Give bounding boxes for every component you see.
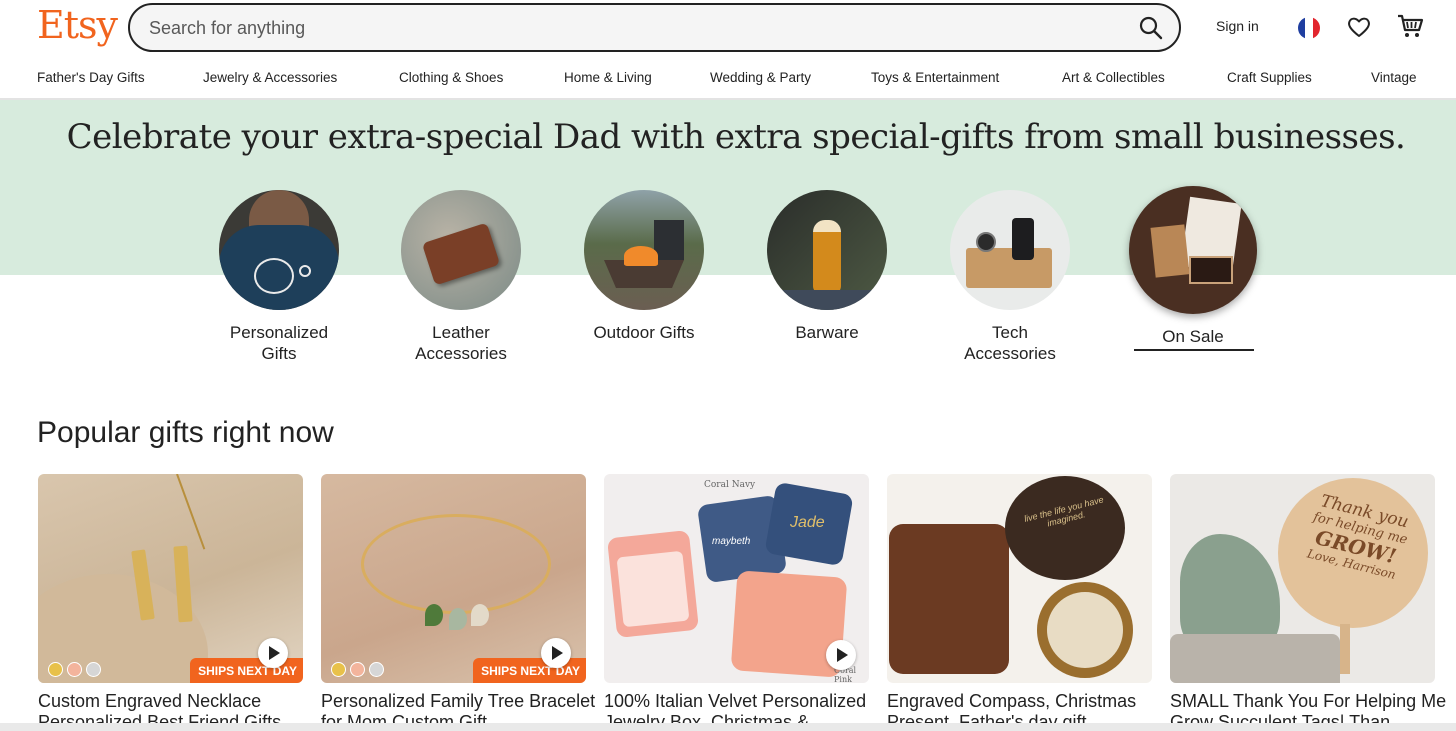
nav-item-art[interactable]: Art & Collectibles — [1062, 70, 1165, 85]
selected-category-underline — [1134, 349, 1254, 351]
image-caption: maybeth — [712, 536, 751, 547]
product-image: SHIPS NEXT DAY — [38, 474, 303, 683]
nav-item-wedding[interactable]: Wedding & Party — [710, 70, 811, 85]
category-nav: Father's Day Gifts Jewelry & Accessories… — [0, 66, 1456, 96]
search-bar — [128, 3, 1181, 52]
hero-title: Celebrate your extra-special Dad with ex… — [66, 117, 1406, 157]
nav-item-vintage[interactable]: Vintage — [1371, 70, 1417, 85]
product-card[interactable]: SHIPS NEXT DAY Personalized Family Tree … — [321, 474, 595, 731]
heart-icon[interactable] — [1346, 14, 1372, 40]
sign-in-link[interactable]: Sign in — [1216, 18, 1259, 34]
search-button[interactable] — [1137, 14, 1165, 42]
product-image: live the life you have imagined. — [887, 474, 1152, 683]
category-personalized-gifts[interactable]: Personalized Gifts — [194, 190, 364, 364]
product-image: Thank you for helping me GROW! Love, Har… — [1170, 474, 1435, 683]
color-swatches — [331, 662, 384, 677]
category-label: Accessories — [415, 344, 507, 363]
nav-item-home-living[interactable]: Home & Living — [564, 70, 652, 85]
product-card[interactable]: SHIPS NEXT DAY Custom Engraved Necklace … — [38, 474, 303, 731]
nav-item-craft[interactable]: Craft Supplies — [1227, 70, 1312, 85]
category-image — [219, 190, 339, 310]
category-tech-accessories[interactable]: Tech Accessories — [925, 190, 1095, 364]
ships-next-day-badge: SHIPS NEXT DAY — [473, 658, 586, 683]
category-leather-accessories[interactable]: Leather Accessories — [376, 190, 546, 364]
image-caption: Coral Navy — [704, 480, 756, 490]
nav-item-jewelry[interactable]: Jewelry & Accessories — [203, 70, 337, 85]
category-label: Outdoor Gifts — [593, 323, 695, 342]
category-outdoor-gifts[interactable]: Outdoor Gifts — [559, 190, 729, 343]
category-label: Barware — [795, 323, 859, 342]
section-title: Popular gifts right now — [37, 416, 334, 449]
cart-icon[interactable] — [1396, 12, 1424, 40]
category-image — [401, 190, 521, 310]
category-barware[interactable]: Barware — [742, 190, 912, 343]
play-video-icon[interactable] — [541, 638, 571, 668]
nav-item-clothing[interactable]: Clothing & Shoes — [399, 70, 503, 85]
category-label: Leather — [432, 323, 490, 342]
etsy-logo[interactable]: Etsy — [37, 3, 118, 47]
search-input[interactable] — [149, 15, 1099, 41]
category-image — [584, 190, 704, 310]
category-label: Tech — [992, 323, 1028, 342]
horizontal-scrollbar[interactable] — [0, 723, 1456, 731]
product-card[interactable]: Coral Navy maybeth Jade Coral Pink 100% … — [604, 474, 869, 731]
category-label: On Sale — [1162, 327, 1224, 346]
play-video-icon[interactable] — [258, 638, 288, 668]
ships-next-day-badge: SHIPS NEXT DAY — [190, 658, 303, 683]
nav-item-fathers-day[interactable]: Father's Day Gifts — [37, 70, 145, 85]
play-video-icon[interactable] — [826, 640, 856, 670]
category-image — [950, 190, 1070, 310]
product-image: Coral Navy maybeth Jade Coral Pink — [604, 474, 869, 683]
category-label: Personalized — [229, 323, 329, 342]
search-icon — [1139, 16, 1163, 40]
category-label: Accessories — [964, 344, 1056, 363]
color-swatches — [48, 662, 101, 677]
flag-france-icon[interactable] — [1298, 17, 1320, 39]
category-image — [1129, 186, 1257, 314]
image-caption: Jade — [790, 514, 825, 531]
category-label: Gifts — [261, 344, 297, 363]
header: Etsy Sign in — [0, 0, 1456, 56]
nav-item-toys[interactable]: Toys & Entertainment — [871, 70, 999, 85]
product-image: SHIPS NEXT DAY — [321, 474, 586, 683]
category-on-sale[interactable]: On Sale — [1108, 186, 1278, 347]
product-card[interactable]: live the life you have imagined. Engrave… — [887, 474, 1152, 731]
product-card[interactable]: Thank you for helping me GROW! Love, Har… — [1170, 474, 1446, 731]
category-image — [767, 190, 887, 310]
